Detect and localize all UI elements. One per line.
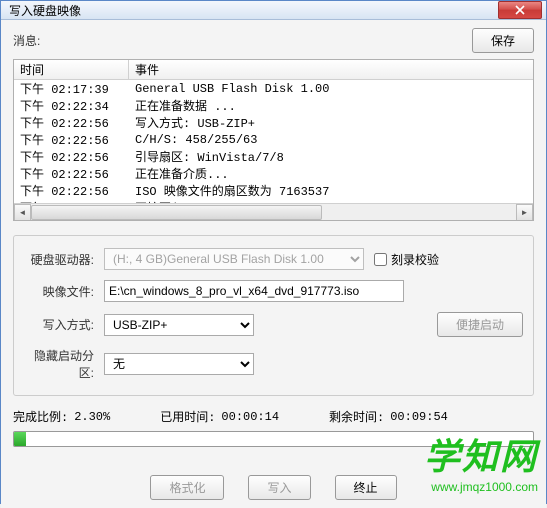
image-label: 映像文件: [24,283,104,300]
log-time: 下午 02:22:56 [14,165,129,182]
bottom-buttons: 格式化 写入 终止 [13,475,534,500]
hscroll-track[interactable] [31,204,516,221]
stats-row: 完成比例: 2.30% 已用时间: 00:00:14 剩余时间: 00:09:5… [13,408,534,425]
image-row: 映像文件: [24,280,523,302]
format-button: 格式化 [150,475,224,500]
log-row[interactable]: 下午 02:22:34正在准备数据 ... [14,97,533,114]
log-row[interactable]: 下午 02:22:56正在准备介质... [14,165,533,182]
log-time: 下午 02:22:56 [14,148,129,165]
log-col-event-header[interactable]: 事件 [129,61,533,78]
progress-label: 完成比例: [13,408,68,425]
verify-checkbox-wrap[interactable]: 刻录校验 [374,251,439,268]
dialog-window: 写入硬盘映像 消息: 保存 时间 事件 下午 02:17:39General U… [0,0,547,504]
progress-value: 2.30% [74,410,110,424]
log-row[interactable]: 下午 02:22:56C/H/S: 458/255/63 [14,131,533,148]
log-event: General USB Flash Disk 1.00 [129,82,533,96]
log-row[interactable]: 下午 02:22:56ISO 映像文件的扇区数为 7163537 [14,182,533,199]
save-button[interactable]: 保存 [472,28,534,53]
drive-label: 硬盘驱动器: [24,251,104,268]
window-title: 写入硬盘映像 [9,2,81,19]
log-event: 写入方式: USB-ZIP+ [129,114,533,131]
message-label: 消息: [13,32,40,49]
hidden-boot-select[interactable]: 无 [104,353,254,375]
log-time: 下午 02:17:39 [14,80,129,97]
write-mode-row: 写入方式: USB-ZIP+ 便捷启动 [24,312,523,337]
elapsed-label: 已用时间: [160,408,215,425]
write-button: 写入 [248,475,310,500]
log-panel: 时间 事件 下午 02:17:39General USB Flash Disk … [13,59,534,221]
log-event: 正在准备数据 ... [129,97,533,114]
form-panel: 硬盘驱动器: (H:, 4 GB)General USB Flash Disk … [13,235,534,396]
write-mode-select[interactable]: USB-ZIP+ [104,314,254,336]
log-time: 下午 02:22:56 [14,182,129,199]
log-col-time-header[interactable]: 时间 [14,60,129,79]
hscroll-thumb[interactable] [31,205,322,220]
scroll-left-icon[interactable]: ◄ [14,204,31,221]
remaining-label: 剩余时间: [329,408,384,425]
write-mode-label: 写入方式: [24,316,104,333]
verify-checkbox[interactable] [374,253,387,266]
elapsed-value: 00:00:14 [221,410,279,424]
progress-bar [14,432,26,446]
hidden-boot-row: 隐藏启动分区: 无 [24,347,523,381]
close-icon [515,5,525,15]
titlebar: 写入硬盘映像 [1,1,546,20]
log-event: 引导扇区: WinVista/7/8 [129,148,533,165]
log-time: 下午 02:22:56 [14,114,129,131]
verify-label: 刻录校验 [391,251,439,268]
image-input[interactable] [104,280,404,302]
close-button[interactable] [498,1,542,19]
quick-boot-button: 便捷启动 [437,312,523,337]
progress-bar-wrap [13,431,534,447]
log-body[interactable]: 下午 02:17:39General USB Flash Disk 1.00下午… [14,80,533,203]
message-row: 消息: 保存 [13,28,534,53]
log-time: 下午 02:22:34 [14,97,129,114]
drive-select: (H:, 4 GB)General USB Flash Disk 1.00 [104,248,364,270]
log-row[interactable]: 下午 02:22:56写入方式: USB-ZIP+ [14,114,533,131]
hscrollbar[interactable]: ◄ ► [14,203,533,220]
hidden-boot-label: 隐藏启动分区: [24,347,104,381]
log-row[interactable]: 下午 02:17:39General USB Flash Disk 1.00 [14,80,533,97]
scroll-right-icon[interactable]: ► [516,204,533,221]
log-event: 正在准备介质... [129,165,533,182]
log-header: 时间 事件 [14,60,533,80]
log-event: C/H/S: 458/255/63 [129,133,533,147]
stop-button[interactable]: 终止 [335,475,397,500]
log-row[interactable]: 下午 02:22:56引导扇区: WinVista/7/8 [14,148,533,165]
drive-row: 硬盘驱动器: (H:, 4 GB)General USB Flash Disk … [24,248,523,270]
log-event: ISO 映像文件的扇区数为 7163537 [129,182,533,199]
log-time: 下午 02:22:56 [14,131,129,148]
remaining-value: 00:09:54 [390,410,448,424]
content-area: 消息: 保存 时间 事件 下午 02:17:39General USB Flas… [1,20,546,508]
